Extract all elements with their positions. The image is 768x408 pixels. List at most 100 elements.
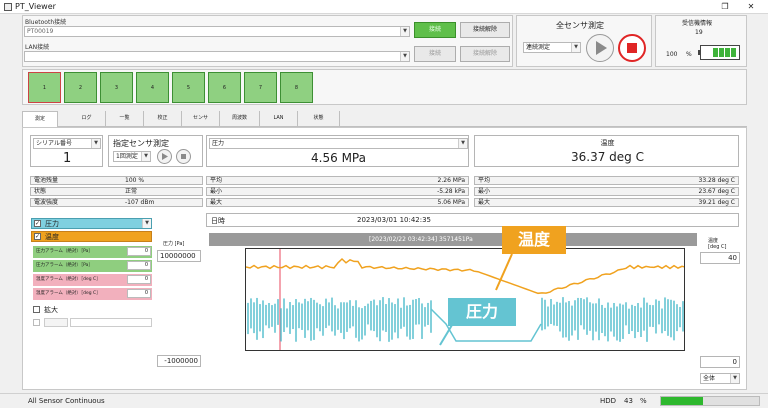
temperature-readout: 温度 36.37 deg C [474, 135, 739, 167]
chevron-down-icon: ▼ [730, 374, 739, 383]
chevron-down-icon: ▼ [141, 152, 150, 161]
sensor-slot[interactable]: 3 [100, 72, 133, 103]
chevron-down-icon: ▼ [142, 219, 151, 228]
restore-icon[interactable]: ❐ [716, 0, 734, 14]
temperature-series-label: 温度 [45, 233, 59, 241]
alarm-label: 圧力アラーム（絶対）［Pa］ [36, 263, 93, 268]
specified-play-button[interactable] [157, 149, 172, 164]
zoom-sub-checkbox[interactable] [33, 319, 40, 326]
tab-calibration[interactable]: 校正 [144, 111, 182, 127]
stat-label: 平均 [210, 177, 223, 184]
stat-label: 最大 [478, 199, 491, 206]
pressure-axis-label: 圧力 [Pa] [163, 241, 185, 247]
sensor-slot[interactable]: 4 [136, 72, 169, 103]
all-sensor-mode-select[interactable]: 連続測定 ▼ [523, 42, 581, 53]
datetime-bar: 日時 2023/03/01 10:42:35 [206, 213, 739, 227]
sensor-slot[interactable]: 6 [208, 72, 241, 103]
scope-value: 全体 [703, 375, 716, 382]
temperature-axis-label: 温度 [deg C] [708, 238, 727, 250]
zoom-checkbox[interactable] [33, 306, 40, 313]
chevron-down-icon: ▼ [91, 139, 100, 148]
serial-select[interactable]: シリアル番号 ▼ [33, 138, 101, 149]
all-sensor-stop-button[interactable] [618, 34, 646, 62]
pressure-series-select[interactable]: ✓ 圧力 ▼ [31, 218, 152, 229]
zoom-panel: 拡大 [33, 305, 152, 329]
tab-frequency[interactable]: 周波数 [220, 111, 260, 127]
status-label: 電池残量 [34, 177, 59, 184]
pressure-series-checkbox[interactable]: ✓ [34, 220, 41, 227]
app-icon [4, 3, 12, 11]
temperature-series [246, 257, 684, 295]
datetime-label: 日時 [211, 217, 225, 225]
pressure-series-label: 圧力 [45, 220, 59, 228]
bluetooth-disconnect-button[interactable]: 接続解除 [460, 22, 510, 38]
temperature-alarm-lower: 温度アラーム（絶対）［deg C］ 0 [33, 288, 152, 300]
all-sensor-play-button[interactable] [586, 34, 614, 62]
stat-value: 33.28 deg C [698, 177, 736, 184]
alarm-value[interactable]: 0 [127, 261, 151, 270]
alarm-value[interactable]: 0 [127, 275, 151, 284]
tab-sensor[interactable]: センサ [182, 111, 220, 127]
temperature-axis-max[interactable]: 40 [700, 252, 740, 264]
pressure-stat-max: 最大 5.06 MPa [206, 198, 469, 207]
bluetooth-connect-button[interactable]: 接続 [414, 22, 456, 38]
alarm-value[interactable]: 0 [127, 247, 151, 256]
specified-mode-select[interactable]: 1回測定 ▼ [113, 151, 151, 162]
zoom-start-field[interactable] [44, 318, 68, 327]
battery-icon [698, 45, 740, 60]
stat-value: 23.67 deg C [698, 188, 736, 195]
sensor-slot[interactable]: 2 [64, 72, 97, 103]
tab-list[interactable]: 一覧 [106, 111, 144, 127]
pressure-alarm-lower: 圧力アラーム（絶対）［Pa］ 0 [33, 260, 152, 272]
bluetooth-device-select[interactable]: PT00019 ▼ [24, 26, 410, 37]
pressure-axis-max[interactable]: 10000000 [157, 250, 201, 262]
hdd-unit: % [640, 397, 647, 405]
pressure-value: 4.56 MPa [311, 151, 366, 165]
close-icon[interactable]: ✕ [742, 0, 760, 14]
all-sensor-title: 全センサ測定 [556, 21, 604, 30]
lan-label: LAN接続 [25, 44, 50, 51]
pressure-axis-min[interactable]: -1000000 [157, 355, 201, 367]
serial-panel: シリアル番号 ▼ 1 [30, 135, 103, 167]
alarm-label: 温度アラーム（絶対）［deg C］ [36, 291, 101, 296]
stat-value: 2.26 MPa [437, 177, 465, 184]
battery-cell [719, 48, 724, 57]
receiver-battery-unit: % [686, 51, 692, 58]
bluetooth-label: Bluetooth接続 [25, 19, 67, 26]
status-value: -107 dBm [125, 199, 155, 206]
zoom-range-field[interactable] [70, 318, 152, 327]
receiver-battery-value: 100 [666, 51, 678, 58]
datetime-value: 2023/03/01 10:42:35 [357, 216, 432, 224]
hdd-label: HDD [600, 397, 617, 405]
temperature-series-checkbox[interactable]: ✓ [34, 233, 41, 240]
specified-mode-value: 1回測定 [116, 153, 138, 160]
lan-device-select[interactable]: ▼ [24, 51, 410, 62]
scope-select[interactable]: 全体 ▼ [700, 373, 740, 384]
sensor-slot[interactable]: 5 [172, 72, 205, 103]
stat-value: 39.21 deg C [698, 199, 736, 206]
play-icon [162, 153, 168, 160]
lan-disconnect-button[interactable]: 接続解除 [460, 46, 510, 62]
alarm-value[interactable]: 0 [127, 289, 151, 298]
chevron-down-icon: ▼ [400, 27, 409, 36]
temperature-stat-avg: 平均 33.28 deg C [474, 176, 739, 185]
specified-stop-button[interactable] [176, 149, 191, 164]
sensor-slot[interactable]: 7 [244, 72, 277, 103]
tab-status[interactable]: 状態 [298, 111, 340, 127]
status-value: 正常 [125, 188, 138, 195]
status-text: All Sensor Continuous [28, 397, 105, 405]
lan-connect-button[interactable]: 接続 [414, 46, 456, 62]
alarm-label: 温度アラーム（絶対）［deg C］ [36, 277, 101, 282]
tab-log[interactable]: ログ [68, 111, 106, 127]
serial-label: シリアル番号 [36, 140, 72, 147]
temperature-series-row: ✓ 温度 [31, 231, 152, 242]
temperature-axis-min[interactable]: 0 [700, 356, 740, 368]
pressure-stat-avg: 平均 2.26 MPa [206, 176, 469, 185]
temperature-label: 温度 [600, 139, 615, 147]
sensor-slot[interactable]: 1 [28, 72, 61, 103]
tab-measurement[interactable]: 測定 [22, 111, 58, 128]
sensor-slot[interactable]: 8 [280, 72, 313, 103]
tab-lan[interactable]: LAN [260, 111, 298, 127]
alarm-label: 圧力アラーム（絶対）［Pa］ [36, 249, 93, 254]
pressure-unit-select[interactable]: 圧力 ▼ [209, 138, 468, 149]
